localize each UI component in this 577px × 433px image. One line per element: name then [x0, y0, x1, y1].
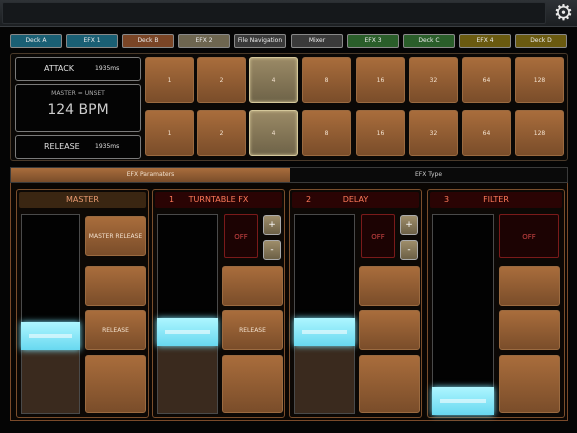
beat-pad[interactable]: 1	[145, 110, 194, 156]
off-toggle[interactable]: OFF	[361, 214, 395, 258]
column-title: 1 TURNTABLE FX	[155, 192, 282, 208]
filter-fader[interactable]	[432, 214, 494, 415]
release-button[interactable]: RELEASE	[85, 310, 146, 350]
blank-button[interactable]	[499, 310, 560, 350]
fader-knob[interactable]	[432, 387, 494, 415]
tab-deck-d[interactable]: Deck D	[515, 34, 567, 48]
blank-button[interactable]	[222, 266, 283, 306]
off-toggle[interactable]: OFF	[224, 214, 258, 258]
fader-knob[interactable]	[294, 318, 355, 346]
tab-efx-3[interactable]: EFX 3	[347, 34, 399, 48]
beat-pad[interactable]: 1	[145, 57, 194, 103]
master-fader[interactable]	[21, 214, 80, 414]
attack-value: 1935ms	[95, 65, 120, 72]
blank-button[interactable]	[222, 355, 283, 413]
blank-button[interactable]	[359, 355, 420, 413]
column-title: 2 DELAY	[292, 192, 419, 208]
master-column: MASTER MASTER RELEASE RELEASE	[16, 189, 149, 418]
column-title-text: TURNTABLE FX	[188, 195, 249, 204]
fader-knob[interactable]	[157, 318, 218, 346]
minus-button[interactable]: -	[400, 240, 418, 260]
blank-button[interactable]	[499, 355, 560, 413]
column-title-text: FILTER	[483, 195, 509, 204]
beat-pad[interactable]: 8	[302, 57, 351, 103]
blank-button[interactable]	[359, 266, 420, 306]
master-status: MASTER = UNSET	[51, 90, 105, 97]
beat-pad[interactable]: 2	[197, 57, 246, 103]
plus-button[interactable]: +	[263, 215, 281, 235]
column-number: 3	[444, 195, 450, 204]
release-box[interactable]: RELEASE 1935ms	[15, 135, 141, 159]
blank-button[interactable]	[499, 266, 560, 306]
attack-box[interactable]: ATTACK 1935ms	[15, 57, 141, 81]
beat-pad[interactable]: 16	[356, 57, 405, 103]
section-tab-bar: EFX Paramaters EFX Type	[10, 167, 568, 183]
tab-mixer[interactable]: Mixer	[291, 34, 343, 48]
tab-deck-a[interactable]: Deck A	[10, 34, 62, 48]
bpm-display: MASTER = UNSET 124 BPM	[15, 84, 141, 132]
beat-pad[interactable]: 16	[356, 110, 405, 156]
tab-efx-type[interactable]: EFX Type	[290, 168, 567, 182]
beat-pad[interactable]: 64	[462, 57, 511, 103]
beat-pad[interactable]: 32	[409, 110, 458, 156]
tab-efx-parameters[interactable]: EFX Paramaters	[11, 168, 290, 182]
gear-icon[interactable]: ⚙	[551, 1, 576, 26]
beat-pad[interactable]: 128	[515, 57, 564, 103]
attack-label: ATTACK	[44, 64, 75, 73]
release-label: RELEASE	[44, 142, 80, 151]
filter-column: 3 FILTER OFF	[427, 189, 565, 418]
column-title-text: DELAY	[342, 195, 369, 204]
column-number: 2	[306, 195, 312, 204]
delay-column: 2 DELAY OFF + -	[289, 189, 422, 418]
tab-file-navigation[interactable]: File Navigation	[234, 34, 286, 48]
tab-efx-2[interactable]: EFX 2	[178, 34, 230, 48]
beat-pad[interactable]: 32	[409, 57, 458, 103]
column-title: 3 FILTER	[430, 192, 562, 208]
tab-efx-4[interactable]: EFX 4	[459, 34, 511, 48]
beat-pad[interactable]: 2	[197, 110, 246, 156]
blank-button[interactable]	[85, 355, 146, 413]
beat-pad[interactable]: 128	[515, 110, 564, 156]
minus-button[interactable]: -	[263, 240, 281, 260]
fader-knob[interactable]	[21, 322, 80, 350]
turntable-fx-fader[interactable]	[157, 214, 218, 414]
tab-deck-c[interactable]: Deck C	[403, 34, 455, 48]
tab-efx-1[interactable]: EFX 1	[66, 34, 118, 48]
release-button[interactable]: RELEASE	[222, 310, 283, 350]
beat-pad[interactable]: 64	[462, 110, 511, 156]
turntable-fx-column: 1 TURNTABLE FX OFF + - RELEASE	[152, 189, 285, 418]
title-field	[2, 2, 546, 24]
column-title-text: MASTER	[66, 195, 99, 204]
blank-button[interactable]	[85, 266, 146, 306]
plus-button[interactable]: +	[400, 215, 418, 235]
off-toggle[interactable]: OFF	[499, 214, 559, 258]
release-value: 1935ms	[95, 143, 120, 150]
blank-button[interactable]	[359, 310, 420, 350]
beat-pad[interactable]: 4	[249, 110, 298, 156]
column-number: 1	[169, 195, 175, 204]
beat-pad[interactable]: 8	[302, 110, 351, 156]
master-release-button[interactable]: MASTER RELEASE	[85, 216, 146, 256]
column-title: MASTER	[19, 192, 146, 208]
bpm-value: 124 BPM	[47, 102, 109, 118]
delay-fader[interactable]	[294, 214, 355, 414]
beat-pad[interactable]: 4	[249, 57, 298, 103]
tab-deck-b[interactable]: Deck B	[122, 34, 174, 48]
